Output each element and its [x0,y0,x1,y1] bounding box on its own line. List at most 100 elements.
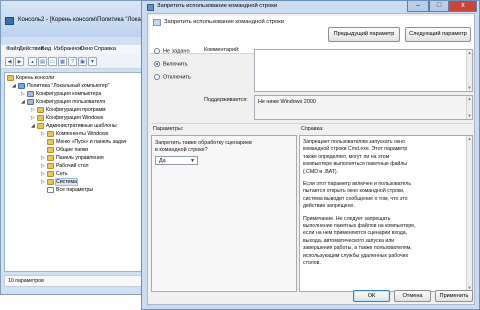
scroll-down-icon[interactable]: ▼ [467,85,472,91]
collapsed-arrow-icon[interactable]: ▷ [41,163,45,169]
tree-item-desktop[interactable]: Рабочий стол [47,162,89,170]
mmc-title-bar[interactable]: Консоль2 - [Корень консоли\Политика "Лок… [1,1,158,37]
collapsed-arrow-icon[interactable]: ▷ [21,91,25,97]
tree-item-computer-config[interactable]: Конфигурация компьютера [27,90,101,98]
filter-icon[interactable]: ▼ [88,57,97,66]
radio-disabled[interactable] [154,74,160,80]
next-setting-button[interactable]: Следующий параметр [405,27,471,42]
collapsed-arrow-icon[interactable]: ▷ [41,131,45,137]
help-icon[interactable]: ? [68,57,77,66]
tree-item-windows-settings[interactable]: Конфигурация Windows [37,114,103,122]
document-icon[interactable]: ▭ [48,57,57,66]
mmc-console-window: Консоль2 - [Корень консоли\Политика "Лок… [0,0,158,295]
folder-icon [7,74,14,81]
menu-favorites[interactable]: Избранное [54,46,82,52]
mmc-status-bar: 10 параметров [4,275,151,287]
minimize-button[interactable]: – [407,1,429,12]
setting-icon [153,19,161,26]
options-label: Параметры: [153,126,184,132]
tree-item-software-settings[interactable]: Конфигурация программ [37,106,106,114]
option-question: Запретить также обработку сценариев в ко… [155,140,252,153]
collapsed-arrow-icon[interactable]: ▷ [31,107,35,113]
radio-enabled[interactable] [154,61,160,67]
user-config-icon [27,98,34,105]
cancel-button[interactable]: Отмена [394,290,431,302]
radio-not-configured[interactable] [154,48,160,54]
list-icon [47,186,54,193]
tree-item-windows-components[interactable]: Компоненты Windows [47,130,108,138]
status-text: 10 параметров [8,278,44,284]
properties-icon[interactable]: ▣ [78,57,87,66]
collapsed-arrow-icon[interactable]: ▷ [31,115,35,121]
supported-scrollbar[interactable]: ▲ ▼ [466,96,472,119]
tree-item-control-panel[interactable]: Панель управления [47,154,104,162]
comment-field[interactable]: ▲ ▼ [254,49,473,92]
folder-icon [47,162,54,169]
console-app-icon [5,17,14,25]
tree-item-admin-templates[interactable]: Административные шаблоны [37,122,117,130]
menu-action[interactable]: Действие [19,46,44,52]
scroll-up-icon[interactable]: ▲ [467,136,472,142]
back-arrow-icon[interactable]: ◀ [5,57,14,66]
policy-icon [147,4,154,11]
mmc-menu-bar: Файл Действие Вид Избранное Окно Справка [1,45,153,55]
option-not-configured[interactable]: Не задано [154,48,190,54]
collapsed-arrow-icon[interactable]: ▷ [41,179,45,185]
comment-scrollbar[interactable]: ▲ ▼ [466,50,472,91]
comment-label: Комментарий: [204,47,240,53]
tree-item-shared-folders[interactable]: Общие папки [47,146,88,154]
help-scrollbar[interactable]: ▲ ▼ [466,136,472,291]
close-button[interactable]: x [449,1,477,12]
supported-on-field: Не ниже Windows 2000 ▲ ▼ [254,95,473,120]
forward-arrow-icon[interactable]: ▶ [15,57,24,66]
expand-arrow-icon[interactable]: ◢ [21,99,25,105]
expand-arrow-icon[interactable]: ◢ [12,83,16,89]
supported-on-label: Поддерживается: [204,97,248,103]
folder-icon [47,130,54,137]
help-label: Справка: [301,126,324,132]
tree-item-user-config[interactable]: Конфигурация пользователя [27,98,105,106]
tree-item-local-policy[interactable]: Политика "Локальный компьютер" [18,82,109,90]
collapsed-arrow-icon[interactable]: ▷ [41,171,45,177]
ok-button[interactable]: ОК [353,290,390,302]
mmc-title: Консоль2 - [Корень консоли\Политика "Лок… [18,17,159,23]
collapsed-arrow-icon[interactable]: ▷ [41,155,45,161]
dialog-title-bar[interactable]: Запретить использование командной строки… [142,1,479,13]
chevron-down-icon: ▼ [190,158,195,164]
tree-item-all-settings[interactable]: Все параметры [47,186,93,194]
tree-item-console-root[interactable]: Корень консоли [7,74,54,82]
tree-item-network[interactable]: Сеть [47,170,68,178]
maximize-button[interactable]: □ [429,1,449,12]
export-list-icon[interactable]: ▦ [58,57,67,66]
folder-icon [47,178,54,185]
dialog-client-area: Запретить использование командной строки… [147,13,475,305]
options-pane: Запретить также обработку сценариев в ко… [151,135,297,292]
up-folder-icon[interactable]: ▴ [28,57,37,66]
folder-icon [47,170,54,177]
scroll-down-icon[interactable]: ▼ [467,113,472,119]
help-paragraph: Если этот параметр включен и пользовател… [303,181,412,210]
previous-setting-button[interactable]: Предыдущий параметр [328,27,400,42]
menu-file[interactable]: Файл [6,46,20,52]
folder-icon [37,122,44,129]
console-tree: Корень консоли ◢ Политика "Локальный ком… [4,72,151,272]
menu-view[interactable]: Вид [41,46,51,52]
supported-on-value: Не ниже Windows 2000 [258,99,316,105]
policy-name: Запретить использование командной строки [164,19,285,25]
show-tree-icon[interactable]: ▤ [38,57,47,66]
menu-window[interactable]: Окно [80,46,93,52]
tree-item-system[interactable]: Система [47,178,78,186]
expand-arrow-icon[interactable]: ◢ [31,123,35,129]
apply-button[interactable]: Применить [435,290,473,302]
option-enabled[interactable]: Включить [154,61,188,67]
menu-help[interactable]: Справка [94,46,116,52]
script-processing-select[interactable]: Да ▼ [155,156,198,165]
folder-icon [47,146,54,153]
help-text: Запрещает пользователям запускать окно к… [303,139,418,273]
scroll-up-icon[interactable]: ▲ [467,96,472,102]
option-disabled[interactable]: Отключить [154,74,191,80]
tree-item-start-menu[interactable]: Меню «Пуск» и панель задач [47,138,126,146]
scroll-up-icon[interactable]: ▲ [467,50,472,56]
section-divider [151,123,473,124]
select-value: Да [159,158,166,164]
